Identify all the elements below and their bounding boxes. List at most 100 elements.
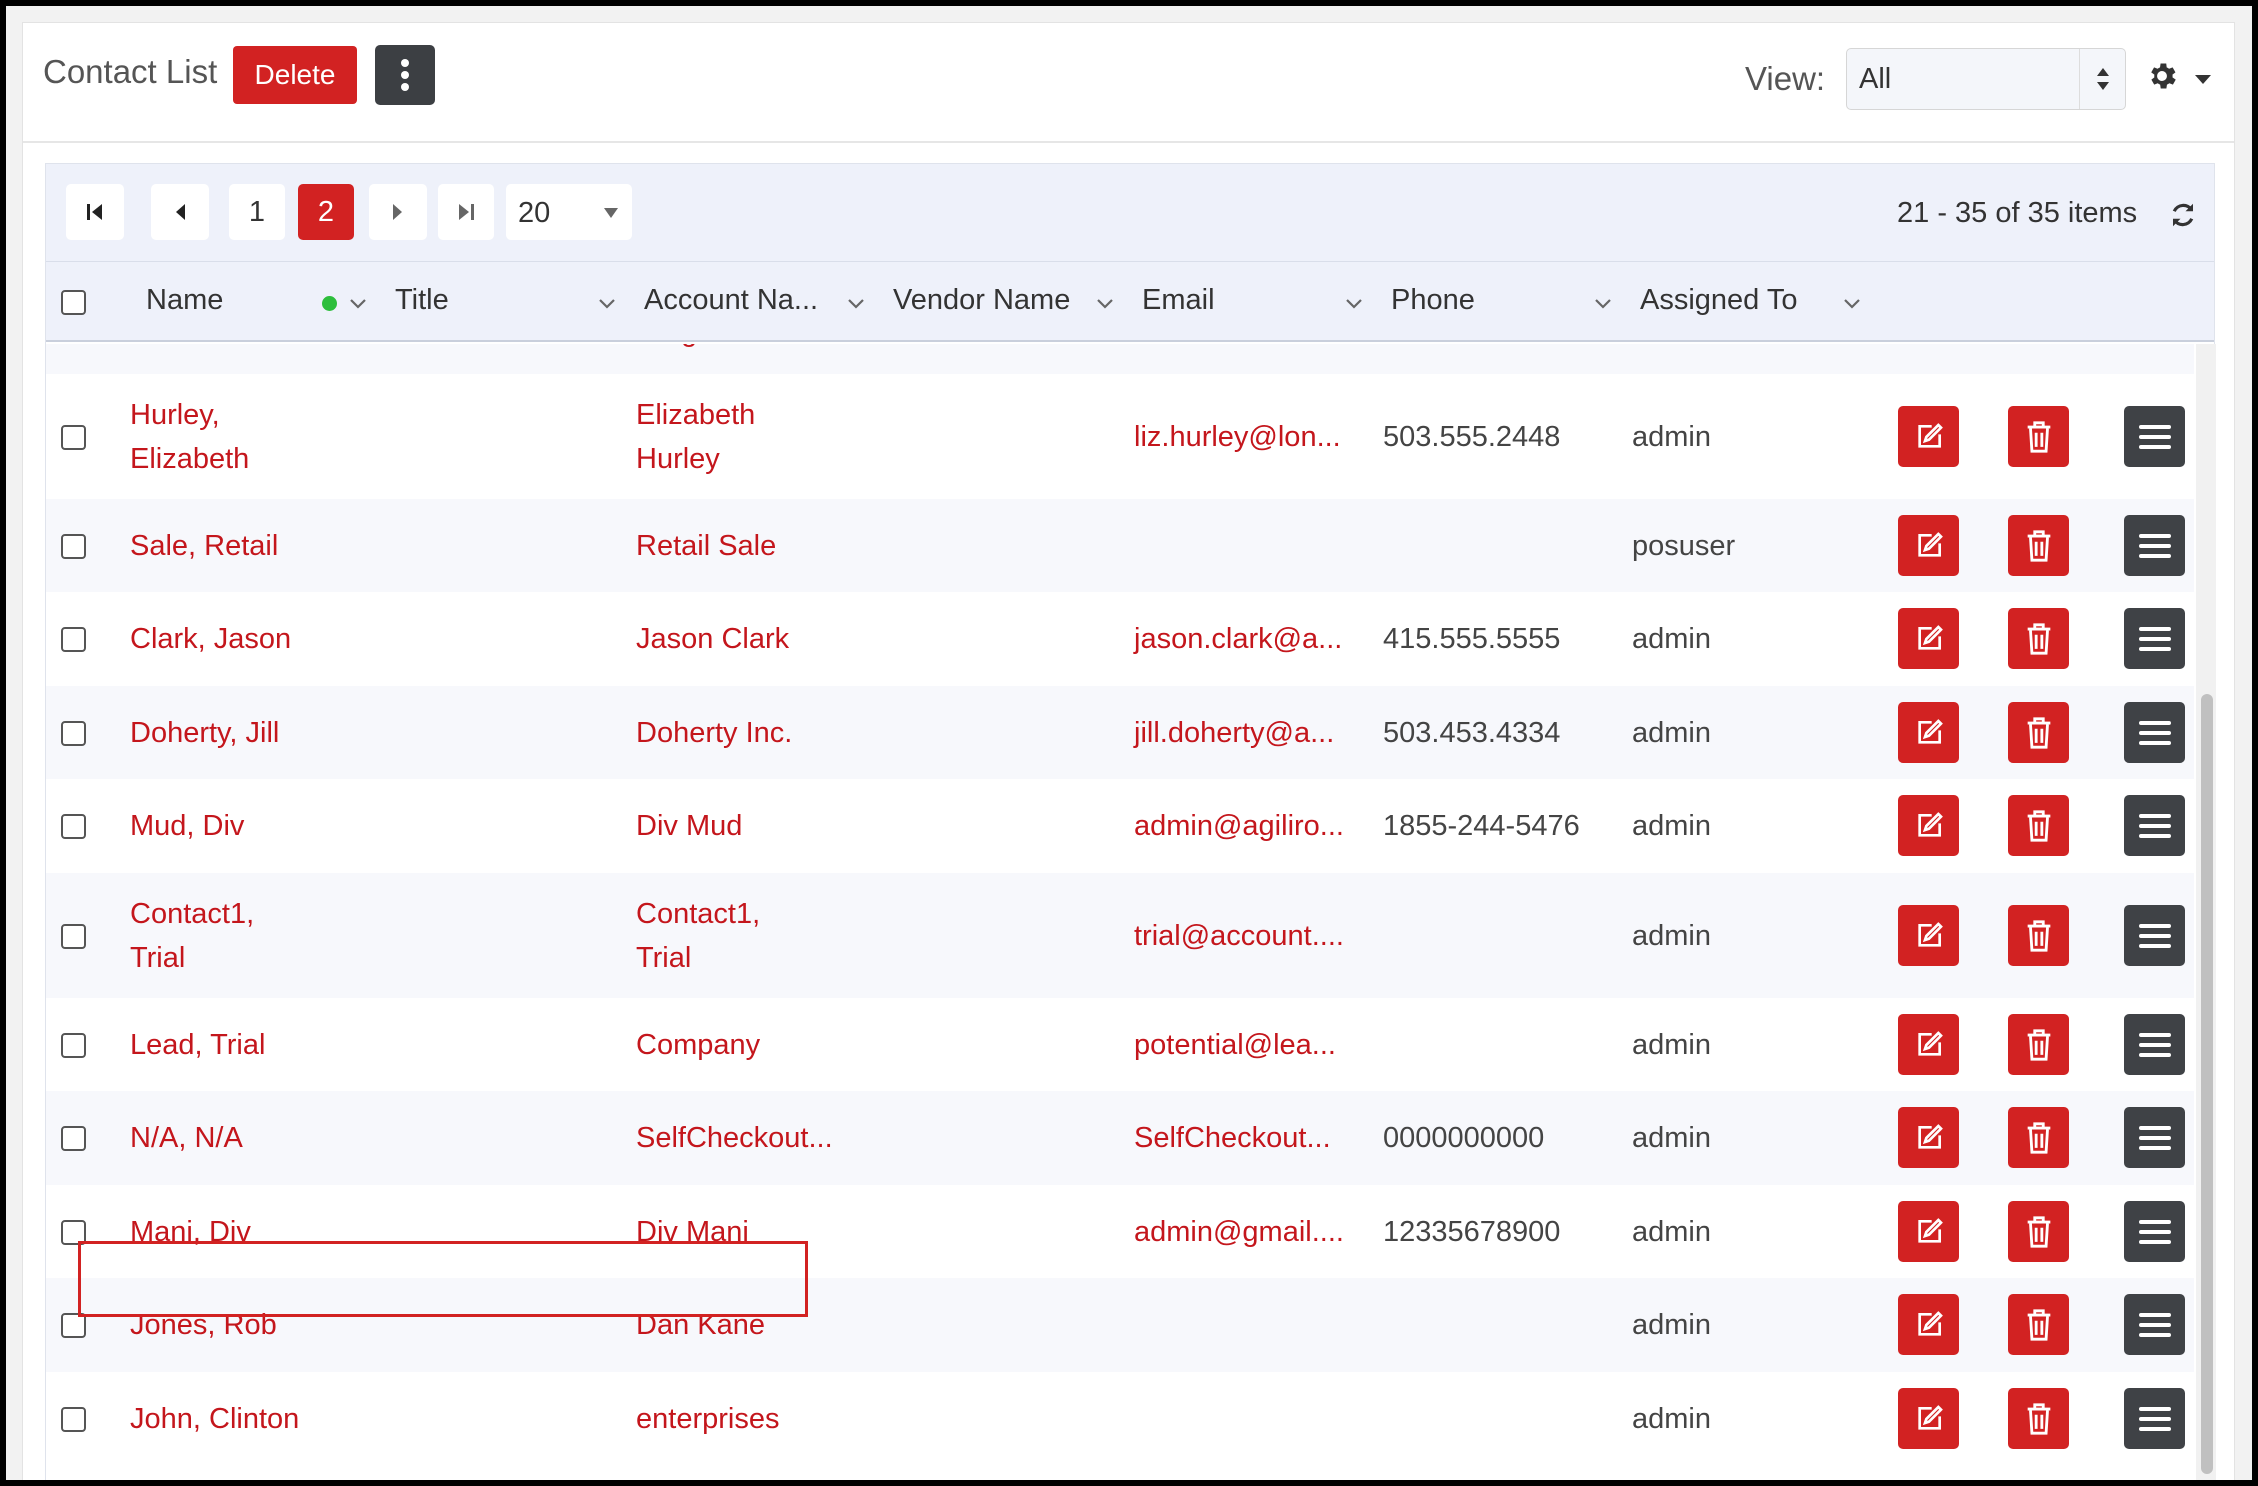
contact-name-link[interactable]: Lead, Trial <box>130 1023 265 1067</box>
scrollbar-thumb[interactable] <box>2201 694 2213 1474</box>
edit-icon <box>1917 921 1943 947</box>
row-checkbox[interactable] <box>61 924 86 949</box>
row-checkbox[interactable] <box>61 425 86 450</box>
chevron-down-icon[interactable] <box>598 298 616 310</box>
edit-button[interactable] <box>1898 905 1959 966</box>
row-menu-button[interactable] <box>2124 905 2185 966</box>
row-menu-button[interactable] <box>2124 1294 2185 1355</box>
contact-name-link[interactable]: Sale, Retail <box>130 524 278 568</box>
contact-name-link[interactable]: John, Clinton <box>130 1397 299 1441</box>
row-menu-button[interactable] <box>2124 406 2185 467</box>
delete-row-button[interactable] <box>2008 702 2069 763</box>
edit-button[interactable] <box>1898 1388 1959 1449</box>
delete-row-button[interactable] <box>2008 1014 2069 1075</box>
delete-row-button[interactable] <box>2008 1107 2069 1168</box>
account-name-link[interactable]: Retail Sale <box>636 524 776 568</box>
next-page-button[interactable] <box>369 184 427 240</box>
previous-page-button[interactable] <box>151 184 209 240</box>
email-link[interactable]: SelfCheckout... <box>1134 1116 1331 1160</box>
contact-name-link[interactable]: Mud, Div <box>130 804 244 848</box>
contact-name-link[interactable]: Doherty, Jill <box>130 711 279 755</box>
contact-name-link[interactable]: N/A, N/A <box>130 1116 243 1160</box>
email-link[interactable]: liz.hurley@lon... <box>1134 415 1341 459</box>
edit-button[interactable] <box>1898 702 1959 763</box>
account-name-link[interactable]: Jason Clark <box>636 617 789 661</box>
chevron-down-icon[interactable] <box>2195 75 2211 84</box>
email-link[interactable]: potential@lea... <box>1134 1023 1336 1067</box>
edit-button[interactable] <box>1898 515 1959 576</box>
row-checkbox[interactable] <box>61 1407 86 1432</box>
settings-gear-button[interactable] <box>2145 59 2179 98</box>
column-title[interactable]: Title <box>395 284 449 317</box>
delete-row-button[interactable] <box>2008 1294 2069 1355</box>
edit-button[interactable] <box>1898 406 1959 467</box>
contact-name-link[interactable]: Contact1, Trial <box>130 892 254 980</box>
chevron-down-icon[interactable] <box>349 298 367 310</box>
row-checkbox[interactable] <box>61 814 86 839</box>
delete-row-button[interactable] <box>2008 905 2069 966</box>
contact-name-link[interactable]: Candace <box>130 344 246 354</box>
row-menu-button[interactable] <box>2124 608 2185 669</box>
email-link[interactable]: jason.clark@a... <box>1134 617 1342 661</box>
column-vendor-name[interactable]: Vendor Name <box>893 284 1070 317</box>
delete-row-button[interactable] <box>2008 608 2069 669</box>
edit-button[interactable] <box>1898 1294 1959 1355</box>
view-select[interactable]: All <box>1846 48 2126 110</box>
account-name-link[interactable]: enterprises <box>636 1397 779 1441</box>
column-email[interactable]: Email <box>1142 284 1215 317</box>
select-all-checkbox[interactable] <box>61 290 86 315</box>
edit-button[interactable] <box>1898 1107 1959 1168</box>
chevron-down-icon[interactable] <box>1594 298 1612 310</box>
edit-button[interactable] <box>1898 608 1959 669</box>
account-name-link[interactable]: SelfCheckout... <box>636 1116 833 1160</box>
account-name-link[interactable]: Doherty Inc. <box>636 711 792 755</box>
page-1-button[interactable]: 1 <box>229 184 285 240</box>
edit-button[interactable] <box>1898 795 1959 856</box>
row-menu-button[interactable] <box>2124 1107 2185 1168</box>
row-menu-button[interactable] <box>2124 515 2185 576</box>
email-link[interactable]: jill.doherty@a... <box>1134 711 1334 755</box>
more-actions-button[interactable] <box>375 45 435 105</box>
first-page-button[interactable] <box>66 184 124 240</box>
column-assigned-to[interactable]: Assigned To <box>1640 284 1797 317</box>
row-menu-button[interactable] <box>2124 1388 2185 1449</box>
row-checkbox[interactable] <box>61 1126 86 1151</box>
account-name-link[interactable]: Contact1, Trial <box>636 892 760 980</box>
last-page-button[interactable] <box>438 184 494 240</box>
row-checkbox[interactable] <box>61 1033 86 1058</box>
row-menu-button[interactable] <box>2124 795 2185 856</box>
account-name-link[interactable]: Elizabeth Hurley <box>636 393 755 481</box>
refresh-button[interactable] <box>2168 200 2198 235</box>
column-account-name[interactable]: Account Na... <box>644 284 818 317</box>
delete-row-button[interactable] <box>2008 406 2069 467</box>
row-menu-button[interactable] <box>2124 1014 2185 1075</box>
email-link[interactable]: admin@agiliro... <box>1134 804 1344 848</box>
delete-row-button[interactable] <box>2008 795 2069 856</box>
row-checkbox[interactable] <box>61 534 86 559</box>
delete-row-button[interactable] <box>2008 1388 2069 1449</box>
row-checkbox[interactable] <box>61 627 86 652</box>
chevron-down-icon[interactable] <box>1096 298 1114 310</box>
column-phone[interactable]: Phone <box>1391 284 1475 317</box>
page-2-button[interactable]: 2 <box>298 184 354 240</box>
email-link[interactable]: trial@account.... <box>1134 914 1344 958</box>
chevron-down-icon[interactable] <box>847 298 865 310</box>
delete-row-button[interactable] <box>2008 515 2069 576</box>
account-name-link[interactable]: Bergen <box>636 344 730 354</box>
chevron-down-icon[interactable] <box>1843 298 1861 310</box>
account-name-link[interactable]: Company <box>636 1023 760 1067</box>
page-size-select[interactable]: 20 <box>506 184 632 240</box>
chevron-down-icon[interactable] <box>1345 298 1363 310</box>
delete-button[interactable]: Delete <box>233 46 357 104</box>
delete-row-button[interactable] <box>2008 1201 2069 1262</box>
contact-name-link[interactable]: Clark, Jason <box>130 617 291 661</box>
row-checkbox[interactable] <box>61 721 86 746</box>
column-name[interactable]: Name <box>146 284 223 317</box>
row-menu-button[interactable] <box>2124 702 2185 763</box>
account-name-link[interactable]: Div Mud <box>636 804 742 848</box>
edit-button[interactable] <box>1898 1014 1959 1075</box>
email-link[interactable]: admin@gmail.... <box>1134 1210 1344 1254</box>
row-menu-button[interactable] <box>2124 1201 2185 1262</box>
edit-button[interactable] <box>1898 1201 1959 1262</box>
contact-name-link[interactable]: Hurley, Elizabeth <box>130 393 249 481</box>
